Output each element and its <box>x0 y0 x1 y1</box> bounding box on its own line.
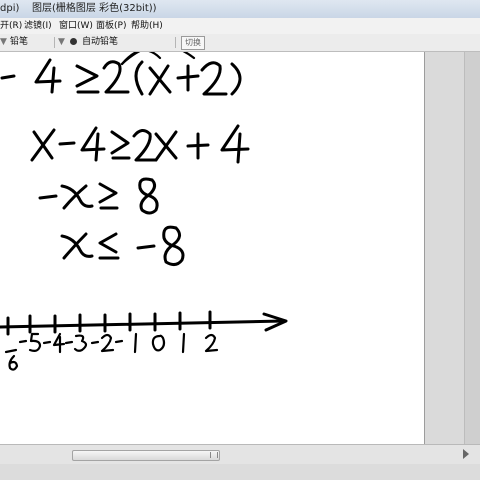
drawing-canvas[interactable] <box>0 52 425 444</box>
vertical-scroll-track[interactable] <box>464 52 480 444</box>
window-title-layer: 图层(栅格图层 彩色(32bit)) <box>32 3 157 14</box>
menu-item-filter[interactable]: 滤镜(I) <box>24 18 52 34</box>
toolbar-divider <box>54 37 55 48</box>
equation-line-4 <box>60 225 185 267</box>
mode-chevron-icon[interactable]: ▼ <box>58 34 65 51</box>
equation-line-1 <box>0 52 242 96</box>
menu-bar: 开(R) 滤镜(I) 窗口(W) 面板(P) 帮助(H) <box>0 18 480 35</box>
scroll-right-arrow-icon[interactable] <box>463 449 469 459</box>
handwriting-layer <box>0 52 288 371</box>
status-bar <box>0 464 480 480</box>
right-side-panel <box>425 52 480 444</box>
tool-options-bar: ▼ 铅笔 ▼ 自动铅笔 切换 <box>0 34 480 52</box>
toolbar-divider <box>175 37 176 48</box>
menu-item-help[interactable]: 帮助(H) <box>131 18 163 34</box>
toolbar-chevron-icon[interactable]: ▼ <box>0 34 7 51</box>
equation-line-2 <box>30 124 250 164</box>
menu-item-open[interactable]: 开(R) <box>0 18 22 34</box>
menu-item-window[interactable]: 窗口(W) <box>59 18 93 34</box>
number-line-labels <box>4 332 219 371</box>
scrollbar-thumb[interactable] <box>72 450 220 461</box>
toggle-button[interactable]: 切换 <box>181 36 205 50</box>
menu-item-panel[interactable]: 面板(P) <box>96 18 126 34</box>
number-line <box>0 310 288 336</box>
mode-label: 自动铅笔 <box>82 37 119 47</box>
equation-line-3 <box>38 177 159 215</box>
scrollbar-grip-icon <box>210 452 218 458</box>
tool-name-label: 铅笔 <box>10 37 29 47</box>
mode-radio-dot-icon[interactable] <box>70 38 77 45</box>
title-bar: dpi) 图层(栅格图层 彩色(32bit)) <box>0 0 480 19</box>
horizontal-scrollbar[interactable] <box>0 444 480 465</box>
window-title-dpi: dpi) <box>0 3 20 14</box>
